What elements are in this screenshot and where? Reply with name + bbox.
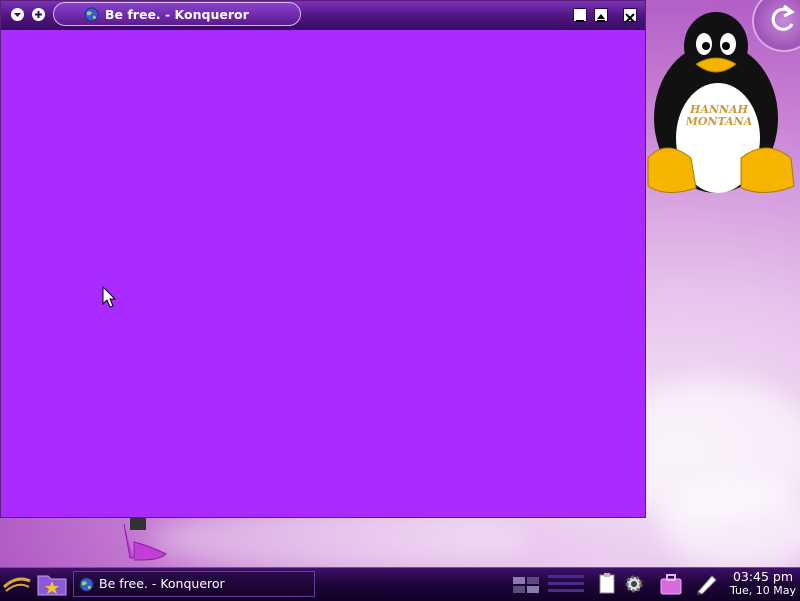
maximize-button[interactable] [594, 8, 608, 22]
plus-icon [35, 11, 42, 18]
close-icon [625, 13, 635, 23]
clock-date: Tue, 10 May [729, 584, 797, 597]
maximize-icon [597, 14, 605, 22]
konqueror-globe-icon [79, 577, 94, 592]
desktop-cloud [150, 510, 530, 570]
briefcase-icon[interactable] [658, 572, 684, 596]
folder-star-icon [37, 575, 67, 596]
minimize-icon [576, 20, 584, 22]
window-menu-button[interactable] [11, 8, 24, 21]
chevron-down-icon [14, 13, 21, 17]
clock-time: 03:45 pm [732, 569, 794, 584]
clipboard-icon[interactable] [596, 572, 622, 596]
start-menu-button[interactable] [2, 571, 32, 597]
settings-gear-icon[interactable] [622, 572, 648, 596]
taskbar: Be free. - Konqueror 03:45 pm Tue, 10 Ma… [0, 567, 800, 601]
hannah-montana-start-icon [2, 577, 31, 592]
taskbar-item-konqueror[interactable]: Be free. - Konqueror [73, 571, 315, 597]
window-title: Be free. - Konqueror [105, 7, 249, 22]
konqueror-globe-icon [84, 7, 99, 22]
browser-content-area[interactable] [3, 30, 643, 515]
close-button[interactable] [623, 8, 637, 23]
home-folder-button[interactable] [36, 571, 68, 597]
taskbar-item-label: Be free. - Konqueror [99, 576, 225, 591]
window-titlebar[interactable]: Be free. - Konqueror [1, 1, 645, 30]
konqueror-window[interactable]: Be free. - Konqueror [0, 0, 646, 518]
pink-heels-icon [120, 516, 170, 561]
desktop-cloud [660, 480, 800, 570]
pencil-edit-icon[interactable] [694, 572, 720, 596]
sticky-button[interactable] [32, 8, 45, 21]
hannah-montana-logo: HANNAH MONTANA [685, 103, 753, 128]
tux-penguin-icon: HANNAH MONTANA [646, 8, 796, 198]
virtual-desktops-icon[interactable] [546, 572, 586, 596]
window-title-pill[interactable]: Be free. - Konqueror [53, 2, 301, 26]
system-clock[interactable]: 03:45 pm Tue, 10 May [728, 570, 798, 598]
mouse-cursor-icon [102, 285, 117, 312]
pager-icon[interactable] [512, 572, 539, 596]
minimize-button[interactable] [573, 8, 587, 22]
